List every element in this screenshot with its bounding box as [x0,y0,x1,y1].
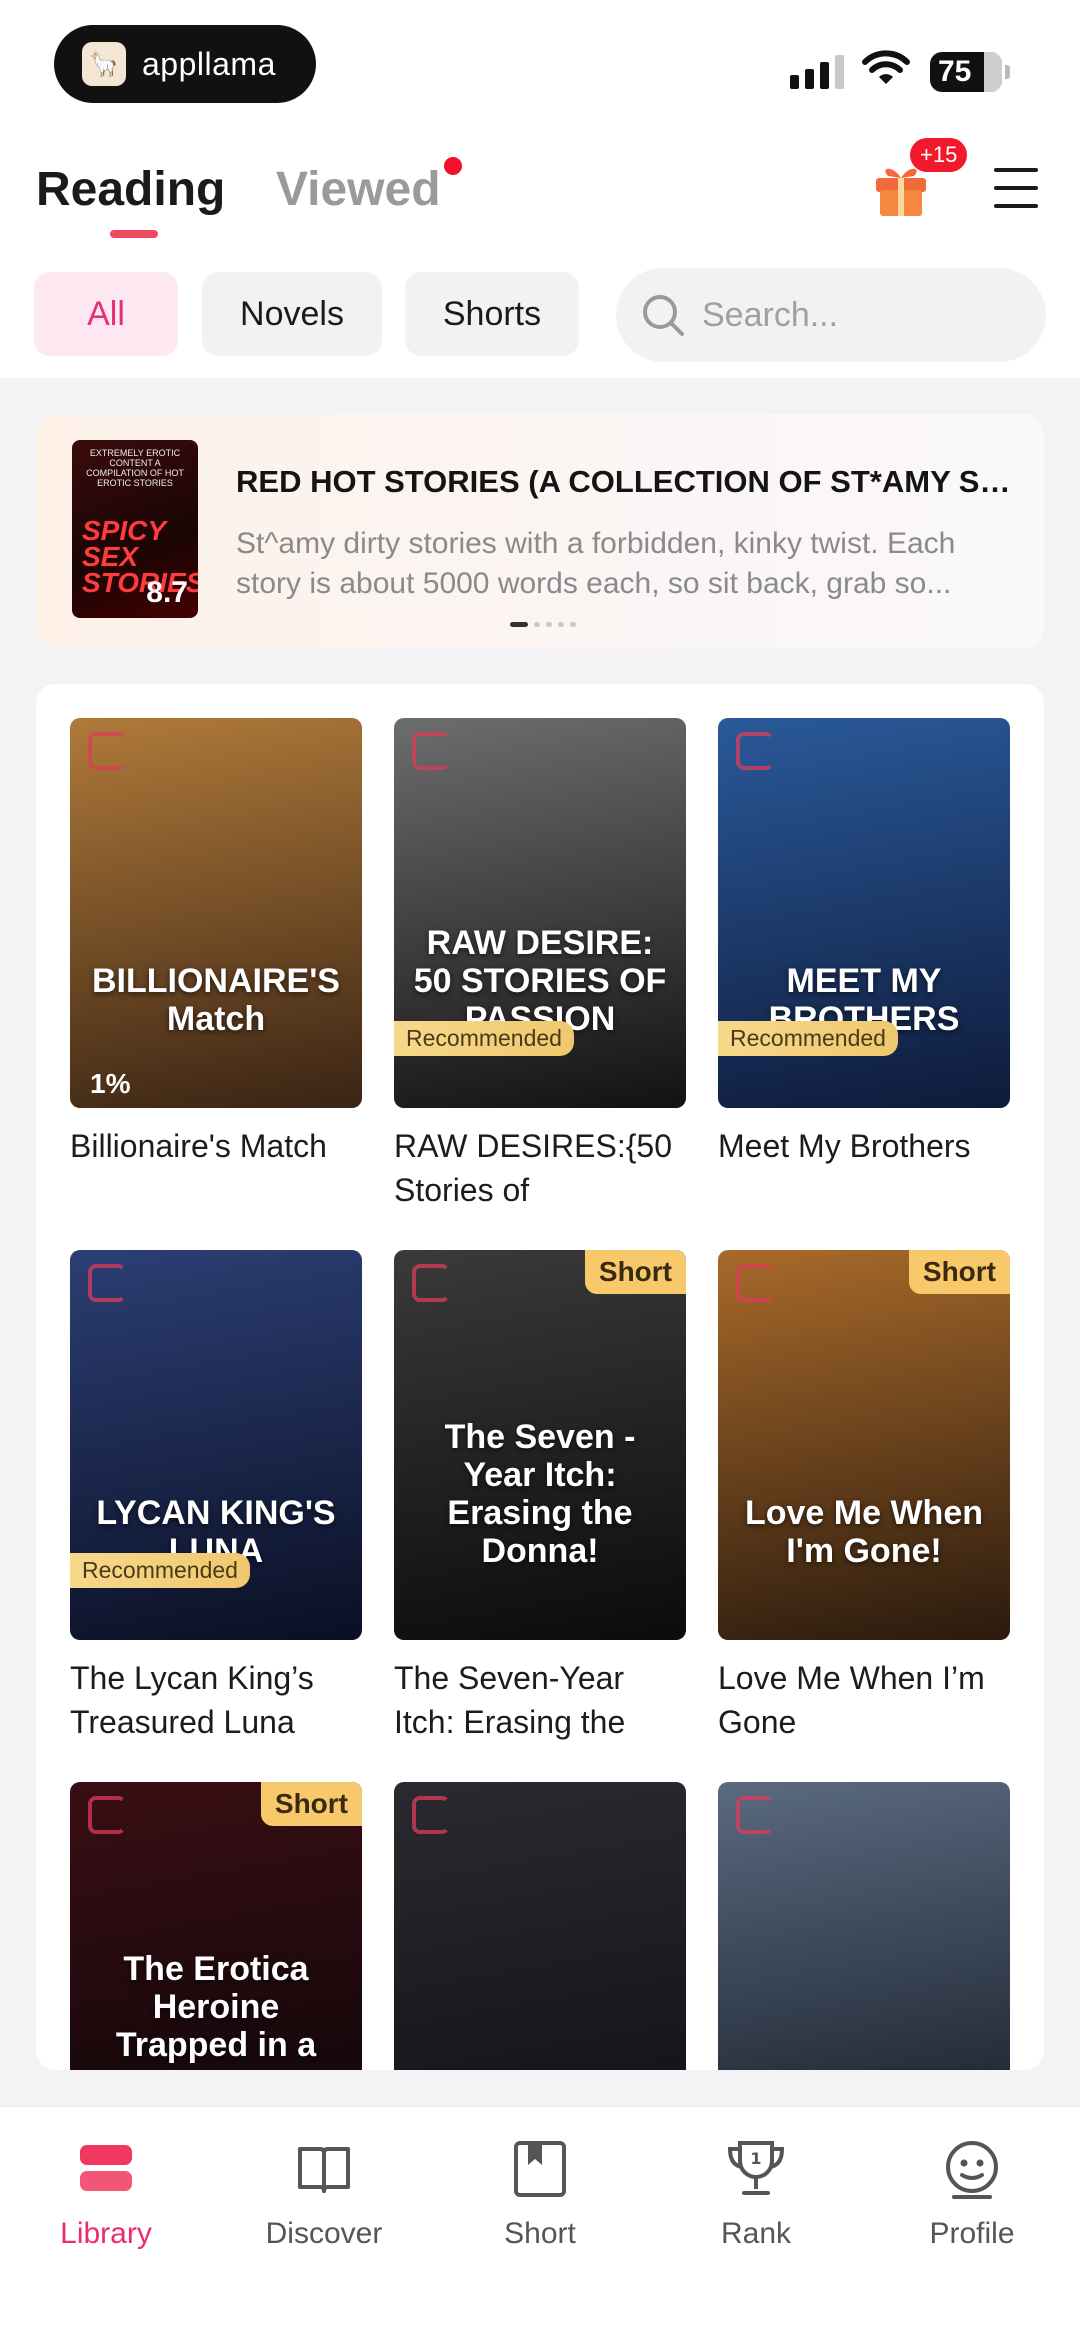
banner-description: St^amy dirty stories with a forbidden, k… [236,527,956,600]
book-item[interactable]: THE ALMIGHTY [718,1782,1010,2070]
book-cover: The Seven - Year Itch: Erasing the Donna… [394,1250,686,1640]
carousel-dots [510,622,576,627]
nav-discover-label: Discover [265,2217,383,2250]
book-cover: THE ALMIGHTY [718,1782,1010,2070]
app-name: appllama [142,45,276,82]
short-badge: Short [908,1250,1010,1294]
battery-icon: 75 [930,52,1010,92]
bottom-nav: Library Discover Short 1 Rank Profile [0,2106,1080,2337]
cellular-signal-icon [790,55,844,89]
book-item[interactable]: The Erotica Heroine Trapped in a Horror … [70,1782,362,2070]
llama-logo-icon: 🦙 [82,42,126,86]
banner-cover-tagline: EXTREMELY EROTIC CONTENT A COMPILATION O… [86,448,184,488]
publisher-logo-icon [88,1264,126,1302]
book-cover: The Erotica Heroine Trapped in a Horror … [70,1782,362,2070]
nav-short[interactable]: Short [450,2133,630,2251]
book-item[interactable]: BILLIONAIRE'S Match 1% Billionaire's Match [70,718,362,1168]
banner-score: 8.7 [146,576,188,609]
tab-reading[interactable]: Reading [36,162,225,217]
filter-shorts[interactable]: Shorts [405,272,579,356]
cover-title: The Erotica Heroine Trapped in a Horror … [111,1950,321,2070]
book-cover: Love Me When I'm Gone! Short [718,1250,1010,1640]
nav-library[interactable]: Library [16,2133,196,2251]
book-item[interactable]: LYCAN KING'S LUNA Recommended The Lycan Ki… [70,1250,362,1744]
book-item[interactable] [394,1782,686,2070]
publisher-logo-icon [88,732,126,770]
cover-title: THE ALMIGHTY [718,2064,1010,2070]
banner-title: RED HOT STORIES (A COLLECTION OF ST*AMY … [236,464,1016,499]
nav-discover[interactable]: Discover [234,2133,414,2251]
filter-novels[interactable]: Novels [202,272,382,356]
book-title: Love Me When I’m Gone [718,1660,985,1740]
app-screen: 🦙 appllama 75 Reading Viewed +15 All Nov… [0,0,1080,2337]
nav-library-label: Library [60,2217,152,2250]
book-item[interactable]: Love Me When I'm Gone! Short Love Me When … [718,1250,1010,1744]
cover-title: BILLIONAIRE'S Match [92,962,340,1038]
nav-profile-label: Profile [929,2217,1015,2250]
cover-title: The Seven - Year Itch: Erasing the Donna… [444,1418,636,1570]
book-cover: LYCAN KING'S LUNA Recommended [70,1250,362,1640]
recommended-badge: Recommended [70,1553,250,1588]
search-placeholder: Search... [702,295,839,334]
status-bar: 🦙 appllama 75 [0,0,1080,120]
book-item[interactable]: MEET MY BROTHERS Recommended Meet My Broth… [718,718,1010,1168]
filter-all[interactable]: All [34,272,178,356]
app-indicator-pill[interactable]: 🦙 appllama [54,25,316,103]
svg-text:1: 1 [750,2149,761,2168]
book-title: The Seven-Year Itch: Erasing the [394,1660,626,1740]
publisher-logo-icon [736,1264,774,1302]
publisher-logo-icon [412,1796,450,1834]
nav-rank-label: Rank [720,2217,792,2250]
active-tab-indicator [110,230,158,238]
bookmark-icon [504,2133,576,2205]
book-cover: MEET MY BROTHERS Recommended [718,718,1010,1108]
trophy-icon: 1 [720,2133,792,2205]
battery-level: 75 [938,55,972,88]
featured-banner[interactable]: EXTREMELY EROTIC CONTENT A COMPILATION O… [36,414,1044,648]
library-header: Reading Viewed +15 All Novels Shorts Sea… [0,120,1080,378]
publisher-logo-icon [88,1796,126,1834]
search-icon [643,295,684,336]
tab-viewed[interactable]: Viewed [276,162,441,217]
wifi-icon [862,50,910,84]
menu-icon[interactable] [994,168,1038,208]
nav-profile[interactable]: Profile [882,2133,1062,2251]
banner-book-cover: EXTREMELY EROTIC CONTENT A COMPILATION O… [72,440,198,618]
publisher-logo-icon [736,732,774,770]
nav-rank[interactable]: 1 Rank [666,2133,846,2251]
book-title: The Lycan King’s Treasured Luna [70,1660,314,1740]
book-open-icon [288,2133,360,2205]
search-input[interactable]: Search... [616,268,1046,362]
recommended-badge: Recommended [394,1021,574,1056]
book-grid: BILLIONAIRE'S Match 1% Billionaire's Match… [36,684,1044,2070]
publisher-logo-icon [412,1264,450,1302]
reading-progress: 1% [90,1068,131,1099]
book-item[interactable]: RAW DESIRE: 50 STORIES OF PASSION Recomme… [394,718,686,1212]
library-icon [70,2133,142,2205]
book-title: Meet My Brothers [718,1128,971,1164]
publisher-logo-icon [736,1796,774,1834]
cover-title: Love Me When I'm Gone! [744,1494,984,1570]
gift-count-badge: +15 [910,138,968,172]
book-title: Billionaire's Match [70,1128,327,1164]
publisher-logo-icon [412,732,450,770]
recommended-badge: Recommended [718,1021,898,1056]
short-badge: Short [584,1250,686,1294]
book-title: RAW DESIRES:{50 Stories of [394,1128,673,1208]
book-cover [394,1782,686,2070]
short-badge: Short [260,1782,362,1826]
smiley-icon [936,2133,1008,2205]
book-cover: RAW DESIRE: 50 STORIES OF PASSION Recomme… [394,718,686,1108]
book-cover: BILLIONAIRE'S Match 1% [70,718,362,1108]
book-item[interactable]: The Seven - Year Itch: Erasing the Donna… [394,1250,686,1744]
unread-dot [444,157,462,175]
nav-short-label: Short [504,2217,576,2250]
